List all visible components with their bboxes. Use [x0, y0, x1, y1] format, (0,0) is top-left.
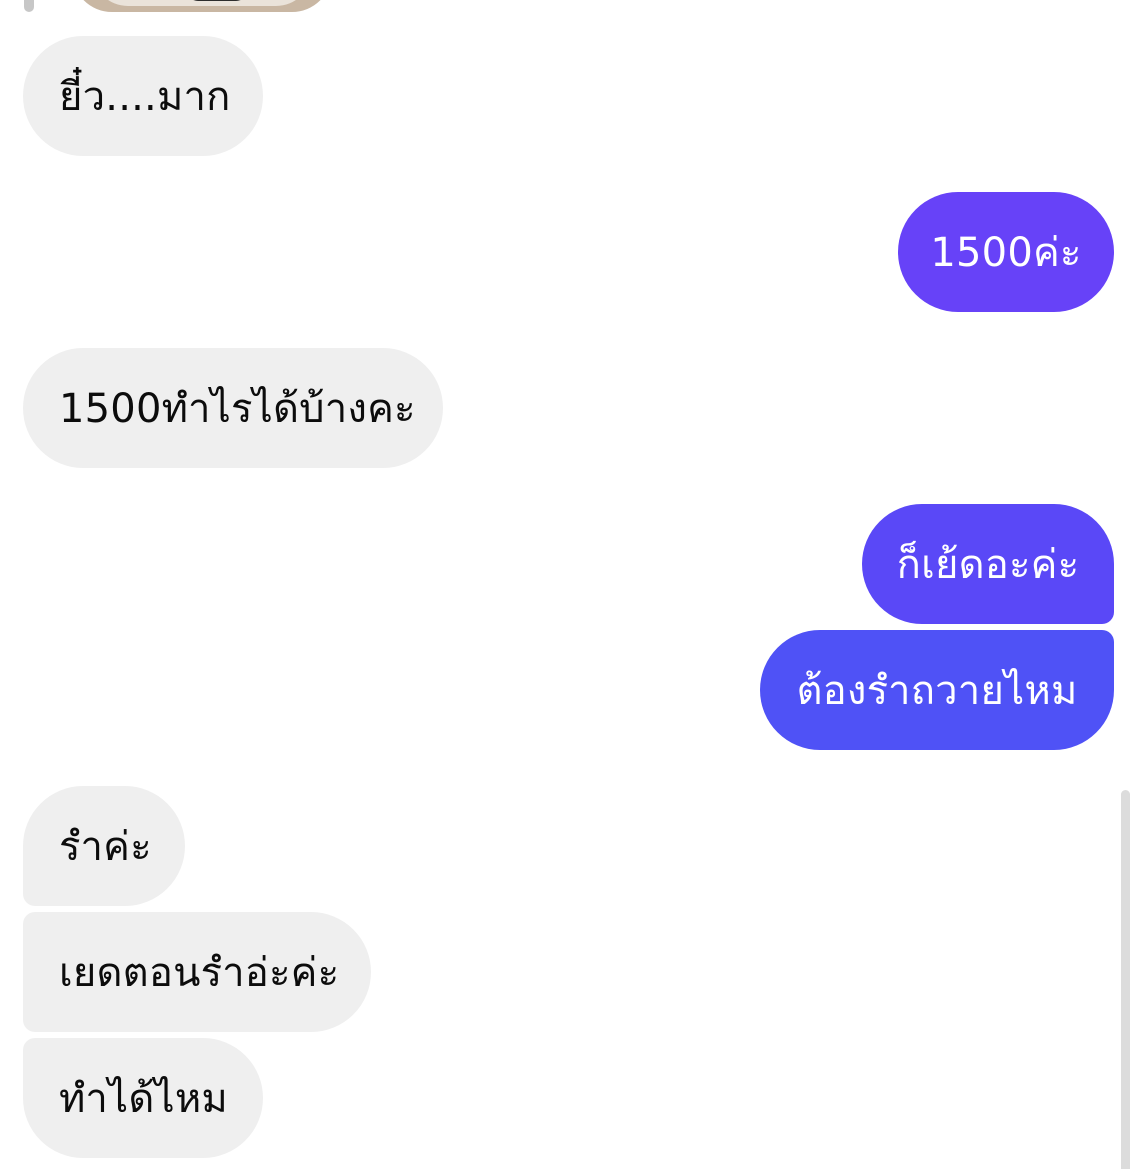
- image-attachment[interactable]: [72, 0, 332, 12]
- message-text: ต้องรำถวายไหม: [796, 668, 1078, 714]
- incoming-message-bubble[interactable]: 1500ทำไรได้บ้างคะ: [23, 348, 443, 468]
- message-text: ทำได้ไหม: [59, 1076, 228, 1122]
- message-text: เยดตอนรำอ่ะค่ะ: [59, 950, 340, 996]
- message-text: 1500ค่ะ: [930, 230, 1082, 276]
- incoming-message-bubble[interactable]: เยดตอนรำอ่ะค่ะ: [23, 912, 371, 1032]
- message-text: ยี๋ว....มาก: [59, 74, 231, 120]
- outgoing-message-bubble[interactable]: 1500ค่ะ: [898, 192, 1114, 312]
- incoming-message-bubble[interactable]: รำค่ะ: [23, 786, 185, 906]
- scrollbar-top: [24, 0, 34, 12]
- incoming-message-bubble[interactable]: ทำได้ไหม: [23, 1038, 263, 1158]
- message-thread[interactable]: ยี๋ว....มาก 1500ค่ะ 1500ทำไรได้บ้างคะ ก็…: [0, 0, 1139, 1169]
- message-text: ก็เย้ดอะค่ะ: [896, 542, 1080, 588]
- outgoing-message-bubble[interactable]: ก็เย้ดอะค่ะ: [862, 504, 1114, 624]
- message-text: รำค่ะ: [59, 824, 152, 870]
- scrollbar[interactable]: [1121, 790, 1130, 1169]
- message-text: 1500ทำไรได้บ้างคะ: [59, 386, 416, 432]
- outgoing-message-bubble[interactable]: ต้องรำถวายไหม: [760, 630, 1114, 750]
- incoming-message-bubble[interactable]: ยี๋ว....มาก: [23, 36, 263, 156]
